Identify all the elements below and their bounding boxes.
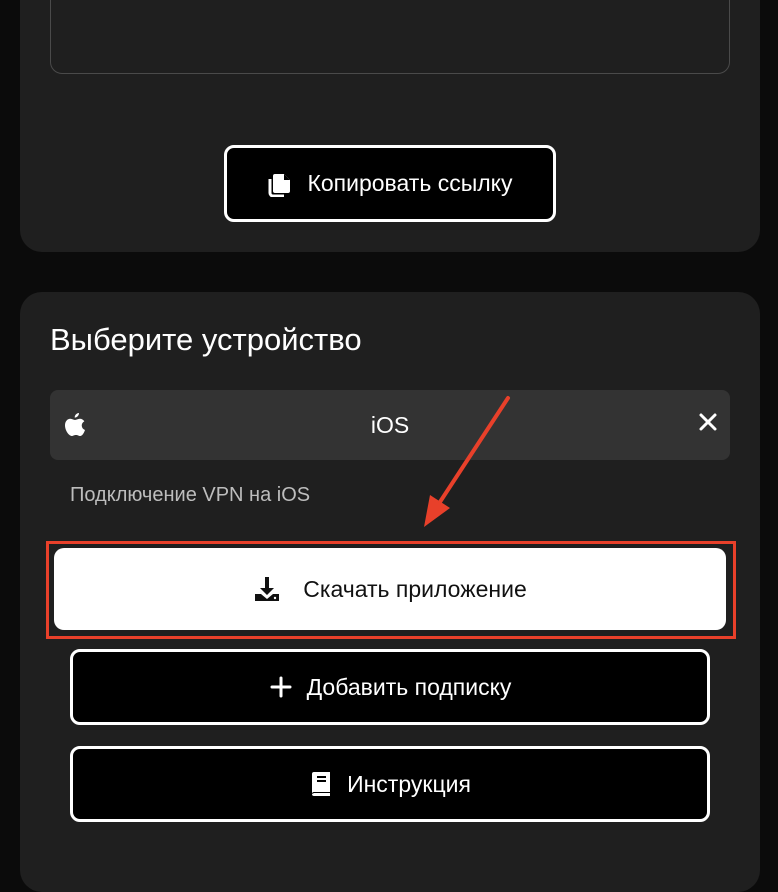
add-subscription-button[interactable]: Добавить подписку xyxy=(70,649,710,725)
book-icon xyxy=(312,772,331,796)
apple-icon xyxy=(65,413,85,437)
link-card: Копировать ссылку xyxy=(20,0,760,252)
device-hint: Подключение VPN на iOS xyxy=(70,484,311,506)
close-icon[interactable] xyxy=(698,412,718,432)
device-card: Выберите устройство iOS Подключение VPN … xyxy=(20,292,760,892)
plus-icon xyxy=(270,676,292,698)
instructions-label: Инструкция xyxy=(347,770,471,797)
section-title: Выберите устройство xyxy=(50,322,362,357)
download-app-label: Скачать приложение xyxy=(303,575,527,602)
subscription-link-field[interactable] xyxy=(50,0,730,74)
instructions-button[interactable]: Инструкция xyxy=(70,746,710,822)
download-app-button[interactable]: Скачать приложение xyxy=(54,548,726,630)
copy-icon xyxy=(268,173,291,197)
add-subscription-label: Добавить подписку xyxy=(306,673,512,700)
copy-link-button[interactable]: Копировать ссылку xyxy=(224,145,556,222)
download-icon xyxy=(255,577,280,601)
selected-device-label: iOS xyxy=(370,411,410,438)
device-select[interactable]: iOS xyxy=(50,390,730,460)
copy-link-label: Копировать ссылку xyxy=(307,170,513,196)
